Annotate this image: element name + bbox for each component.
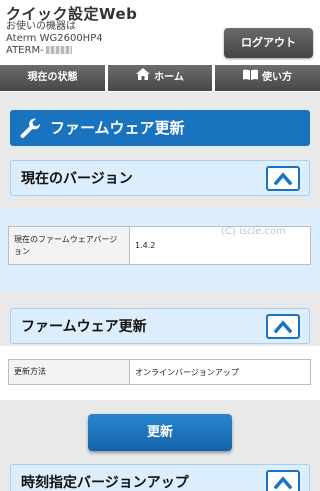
scheduled-update-heading: 時刻指定バージョンアップ	[21, 475, 189, 491]
home-icon	[136, 65, 151, 91]
firmware-update-table: 更新方法 オンラインバージョンアップ	[8, 359, 311, 385]
header: クイック設定Web お使いの機器は Aterm WG2600HP4 ATERM-…	[0, 0, 320, 64]
current-version-section-body: 現在のファームウェアバージョン 1.4.2	[0, 209, 320, 293]
chevron-up-icon	[274, 172, 292, 185]
device-model: Aterm WG2600HP4	[6, 33, 103, 44]
watermark: (C) iscle.com	[221, 226, 286, 237]
nav-bar: 現在の状態 ホーム 使い方	[0, 64, 320, 92]
wrench-icon	[19, 117, 41, 143]
firmware-update-heading: ファームウェア更新	[21, 319, 147, 335]
scheduled-update-section-header: 時刻指定バージョンアップ	[10, 464, 310, 491]
chevron-up-icon	[274, 320, 292, 333]
book-icon	[243, 65, 258, 91]
page-title-text: ファームウェア更新	[50, 119, 185, 137]
firmware-update-section-body: 更新方法 オンラインバージョンアップ	[0, 346, 320, 400]
current-version-section-header: 現在のバージョン	[10, 160, 310, 196]
firmware-version-label: 現在のファームウェアバージョン	[8, 226, 130, 265]
masked-id	[45, 46, 72, 54]
firmware-update-section-header: ファームウェア更新	[10, 308, 310, 344]
page-title: ファームウェア更新	[10, 110, 310, 146]
table-row: 更新方法 オンラインバージョンアップ	[8, 359, 311, 385]
scheduled-update-collapse-button[interactable]	[266, 470, 300, 491]
chevron-up-icon	[274, 476, 292, 489]
update-method-label: 更新方法	[8, 359, 130, 385]
current-version-heading: 現在のバージョン	[21, 171, 133, 187]
nav-status-label: 現在の状態	[27, 72, 78, 83]
device-id-prefix: ATERM-	[6, 45, 44, 56]
nav-status-button[interactable]: 現在の状態	[0, 65, 105, 91]
nav-help-label: 使い方	[262, 72, 292, 83]
current-version-collapse-button[interactable]	[266, 166, 300, 191]
nav-help-button[interactable]: 使い方	[215, 65, 320, 91]
update-button[interactable]: 更新	[88, 414, 232, 451]
nav-home-label: ホーム	[154, 72, 184, 83]
nav-home-button[interactable]: ホーム	[108, 65, 212, 91]
firmware-update-collapse-button[interactable]	[266, 314, 300, 339]
device-label: お使いの機器は	[6, 21, 76, 32]
logout-button[interactable]: ログアウト	[224, 28, 313, 58]
device-id: ATERM-	[6, 45, 72, 57]
update-method-value: オンラインバージョンアップ	[129, 359, 311, 385]
